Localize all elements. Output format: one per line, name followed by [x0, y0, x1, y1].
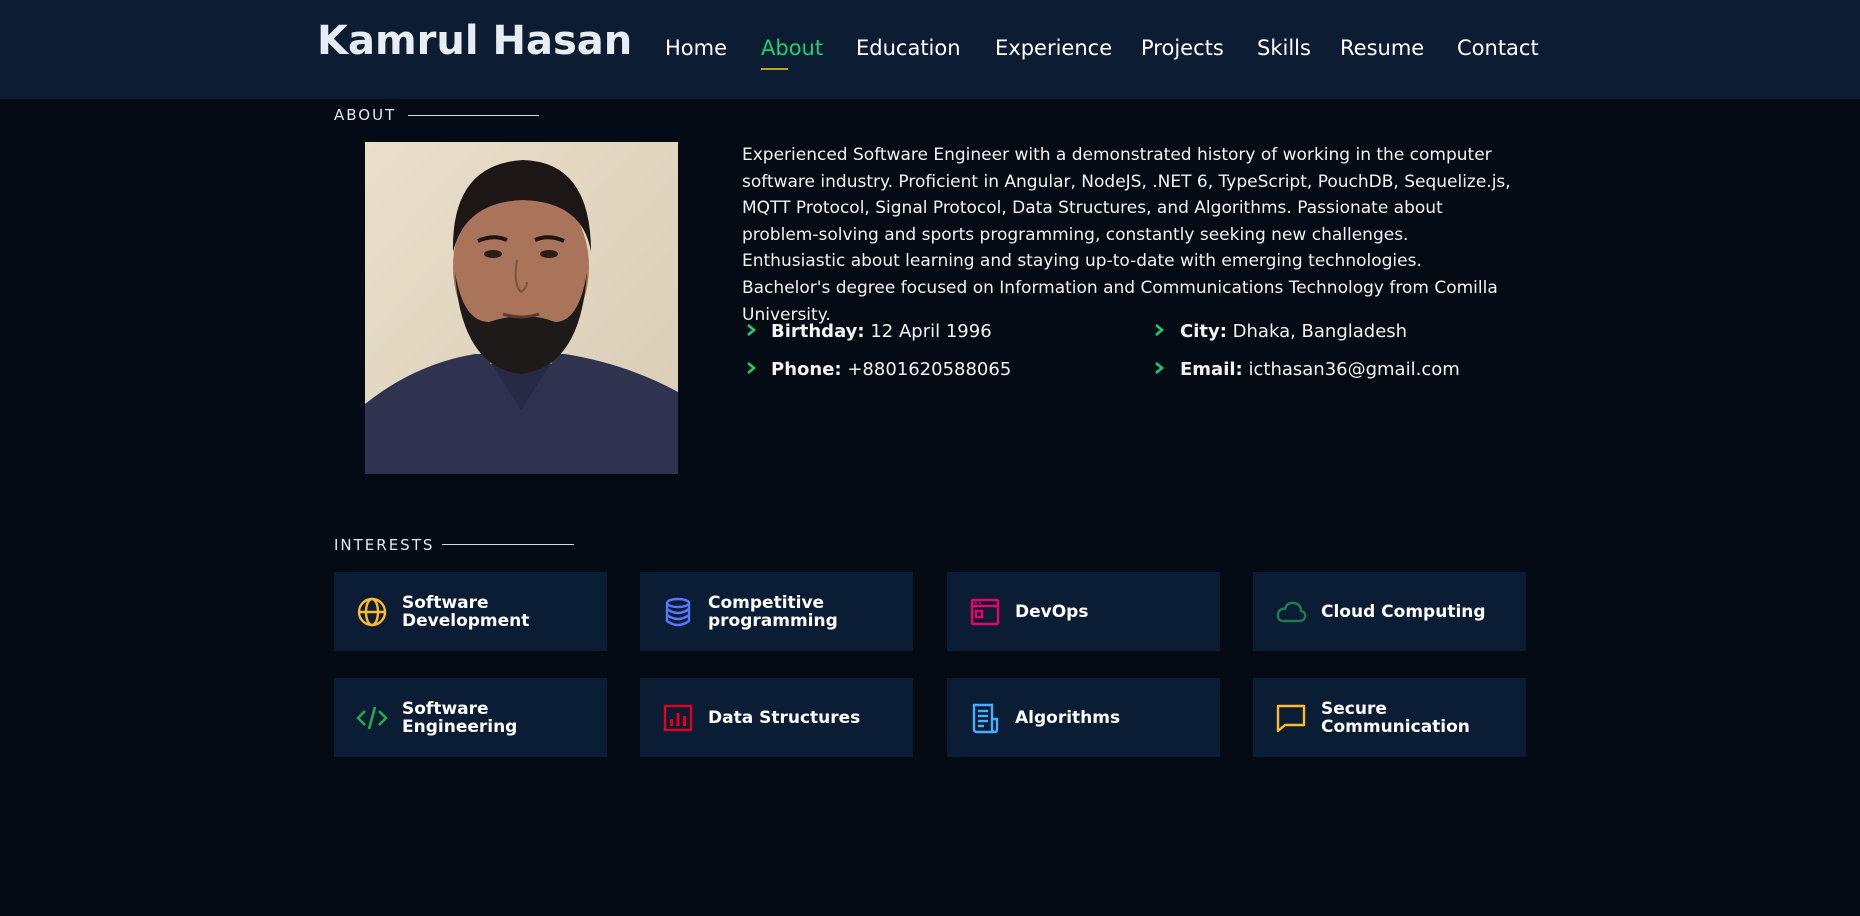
interest-card-secure-communication[interactable]: Secure Communication [1253, 678, 1526, 757]
nav-contact[interactable]: Contact [1457, 36, 1539, 60]
nav-active-underline [761, 68, 788, 70]
about-section-title: ABOUT [334, 106, 397, 124]
nav-skills[interactable]: Skills [1257, 36, 1311, 60]
browser-window-icon [970, 598, 1000, 626]
info-phone: Phone: +8801620588065 [771, 359, 1012, 380]
about-title-line [408, 115, 539, 116]
chat-icon [1276, 704, 1306, 733]
bar-chart-icon [663, 704, 693, 732]
cloud-icon [1276, 601, 1307, 623]
interest-label: Algorithms [1015, 707, 1121, 728]
info-birthday: Birthday: 12 April 1996 [771, 321, 992, 342]
interest-card-algorithms[interactable]: Algorithms [947, 678, 1220, 757]
nav-experience[interactable]: Experience [995, 36, 1112, 60]
chevron-right-icon [1155, 362, 1164, 374]
chevron-right-icon [747, 362, 756, 374]
interest-card-devops[interactable]: DevOps [947, 572, 1220, 651]
info-email: Email: icthasan36@gmail.com [1180, 359, 1460, 380]
interest-label: DevOps [1015, 601, 1089, 622]
site-header: Kamrul Hasan Home About Education Experi… [0, 0, 1860, 99]
info-city: City: Dhaka, Bangladesh [1180, 321, 1408, 342]
interests-section-title: INTERESTS [334, 536, 435, 554]
interest-card-software-development[interactable]: Software Development [334, 572, 607, 651]
nav-education[interactable]: Education [856, 36, 961, 60]
interest-card-data-structures[interactable]: Data Structures [640, 678, 913, 757]
code-icon [356, 706, 388, 730]
document-icon [972, 703, 999, 734]
site-logo[interactable]: Kamrul Hasan [317, 18, 632, 64]
chevron-right-icon [747, 324, 756, 336]
profile-photo [365, 142, 678, 474]
nav-home[interactable]: Home [665, 36, 727, 60]
database-icon [665, 597, 691, 627]
interest-card-cloud-computing[interactable]: Cloud Computing [1253, 572, 1526, 651]
interest-label: Secure Communication [1321, 698, 1470, 737]
interest-label: Competitive programming [708, 592, 838, 631]
interest-label: Software Engineering [402, 698, 518, 737]
about-description: Experienced Software Engineer with a dem… [742, 145, 1511, 325]
nav-about[interactable]: About [761, 36, 823, 60]
interest-card-software-engineering[interactable]: Software Engineering [334, 678, 607, 757]
globe-icon [357, 597, 387, 627]
nav-resume[interactable]: Resume [1340, 36, 1424, 60]
interests-title-line [442, 544, 574, 545]
chevron-right-icon [1155, 324, 1164, 336]
interest-label: Software Development [402, 592, 530, 631]
interest-label: Cloud Computing [1321, 601, 1486, 622]
interest-label: Data Structures [708, 707, 861, 728]
nav-projects[interactable]: Projects [1141, 36, 1224, 60]
interest-card-competitive-programming[interactable]: Competitive programming [640, 572, 913, 651]
